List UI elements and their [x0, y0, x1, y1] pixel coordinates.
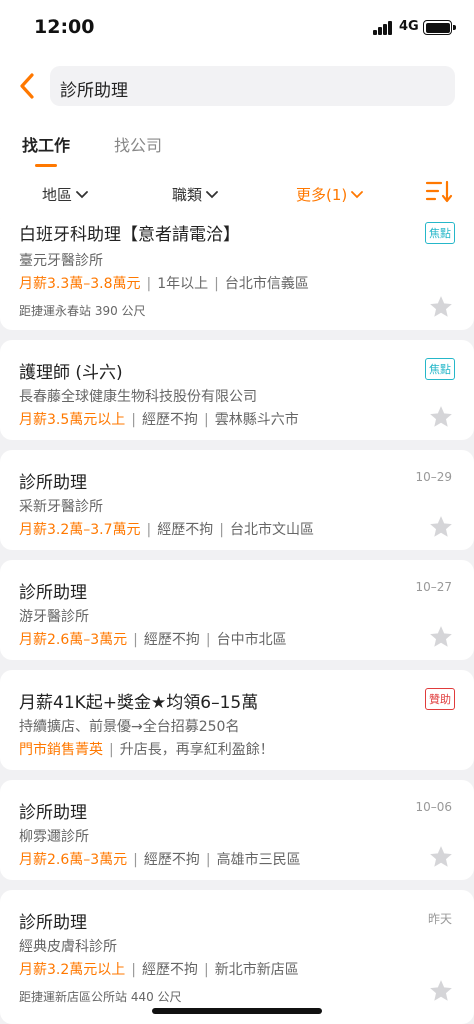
experience: 經歷不拘 — [157, 522, 214, 538]
header: 診所助理 找工作 找公司 地區 職類 更多(1) — [0, 56, 474, 218]
battery-icon — [423, 20, 456, 35]
tab-find-job[interactable]: 找工作 — [22, 132, 70, 156]
job-card[interactable]: 診所助理 10–06 柳雰邇診所 月薪2.6萬–3萬元 | 經歷不拘 | 高雄市三民區 — [0, 780, 474, 880]
job-meta: 門市銷售菁英 | 升店長，再享紅利盈餘！ — [19, 742, 274, 758]
location: 雲林縣斗六市 — [214, 412, 299, 428]
filter-area[interactable]: 地區 — [42, 184, 88, 205]
sort-icon — [425, 180, 453, 203]
chevron-left-icon — [20, 73, 34, 99]
job-meta: 月薪2.6萬–3萬元 | 經歷不拘 | 台中市北區 — [19, 632, 287, 648]
filter-area-label: 地區 — [42, 186, 73, 204]
sponsor-badge: 贊助 — [425, 688, 455, 710]
sponsored-job-card[interactable]: 月薪41K起+獎金★均領6–15萬 贊助 持續擴店、前景優→全台招募250名 門… — [0, 670, 474, 770]
company-name: 游牙醫診所 — [19, 609, 89, 625]
focus-badge: 焦點 — [425, 358, 455, 380]
job-description: 升店長，再享紅利盈餘！ — [119, 742, 274, 758]
location: 台中市北區 — [216, 632, 287, 648]
job-list: 白班牙科助理【意者請電洽】 焦點 臺元牙醫診所 月薪3.3萬–3.8萬元 | 1年以… — [0, 218, 474, 1024]
star-icon[interactable] — [428, 978, 454, 1004]
job-meta: 月薪3.5萬元以上 | 經歷不拘 | 雲林縣斗六市 — [19, 412, 299, 428]
chevron-down-icon — [76, 190, 88, 198]
company-name: 臺元牙醫診所 — [19, 253, 103, 269]
distance-note: 距捷運永春站 390 公尺 — [19, 304, 146, 318]
star-icon[interactable] — [428, 624, 454, 650]
company-name: 采新牙醫診所 — [19, 499, 103, 515]
job-meta: 月薪3.2萬–3.7萬元 | 經歷不拘 | 台北市文山區 — [19, 522, 314, 538]
company-name: 長春藤全球健康生物科技股份有限公司 — [19, 389, 257, 405]
experience: 經歷不拘 — [141, 412, 198, 428]
job-card[interactable]: 護理師 (斗六) 焦點 長春藤全球健康生物科技股份有限公司 月薪3.5萬元以上 |… — [0, 340, 474, 440]
chevron-down-icon — [351, 190, 364, 198]
tab-find-company[interactable]: 找公司 — [114, 132, 162, 156]
job-title: 白班牙科助理【意者請電洽】 — [19, 225, 240, 245]
star-icon[interactable] — [428, 294, 454, 320]
job-meta: 月薪3.3萬–3.8萬元 | 1年以上 | 台北市信義區 — [19, 276, 309, 292]
focus-badge: 焦點 — [425, 222, 455, 244]
job-title: 診所助理 — [19, 913, 87, 933]
sort-button[interactable] — [425, 180, 453, 204]
job-title: 診所助理 — [19, 583, 87, 603]
post-date: 10–29 — [415, 470, 452, 484]
location: 台北市信義區 — [224, 276, 309, 292]
post-date: 10–27 — [415, 580, 452, 594]
salary: 月薪2.6萬–3萬元 — [19, 632, 128, 648]
job-title: 診所助理 — [19, 473, 87, 493]
experience: 經歷不拘 — [143, 632, 200, 648]
job-meta: 月薪2.6萬–3萬元 | 經歷不拘 | 高雄市三民區 — [19, 852, 301, 868]
filter-job-category-label: 職類 — [172, 186, 203, 204]
tab-underline — [35, 164, 57, 167]
filter-job-category[interactable]: 職類 — [172, 184, 218, 205]
job-card[interactable]: 診所助理 昨天 經典皮膚科診所 月薪3.2萬元以上 | 經歷不拘 | 新北市新店區 距捷… — [0, 890, 474, 1024]
job-card[interactable]: 白班牙科助理【意者請電洽】 焦點 臺元牙醫診所 月薪3.3萬–3.8萬元 | 1年以… — [0, 218, 474, 330]
experience: 經歷不拘 — [143, 852, 200, 868]
location: 新北市新店區 — [214, 962, 299, 978]
distance-note: 距捷運新店區公所站 440 公尺 — [19, 990, 182, 1004]
experience: 經歷不拘 — [141, 962, 198, 978]
job-highlight: 門市銷售菁英 — [19, 742, 103, 758]
post-date: 昨天 — [427, 912, 452, 926]
job-subtitle: 持續擴店、前景優→全台招募250名 — [19, 719, 240, 735]
job-title: 月薪41K起+獎金★均領6–15萬 — [19, 693, 259, 713]
salary: 月薪3.2萬元以上 — [19, 962, 126, 978]
star-icon[interactable] — [428, 404, 454, 430]
job-meta: 月薪3.2萬元以上 | 經歷不拘 | 新北市新店區 — [19, 962, 299, 978]
salary: 月薪3.3萬–3.8萬元 — [19, 276, 141, 292]
job-title: 診所助理 — [19, 803, 87, 823]
company-name: 經典皮膚科診所 — [19, 939, 117, 955]
back-button[interactable] — [14, 70, 40, 102]
filter-more-label: 更多(1) — [296, 186, 348, 204]
experience: 1年以上 — [157, 276, 209, 292]
salary: 月薪3.2萬–3.7萬元 — [19, 522, 141, 538]
salary: 月薪3.5萬元以上 — [19, 412, 126, 428]
network-label: 4G — [399, 19, 419, 34]
location: 高雄市三民區 — [216, 852, 301, 868]
filter-more[interactable]: 更多(1) — [296, 184, 364, 205]
star-icon[interactable] — [428, 844, 454, 870]
star-icon[interactable] — [428, 514, 454, 540]
job-card[interactable]: 診所助理 10–27 游牙醫診所 月薪2.6萬–3萬元 | 經歷不拘 | 台中市北區 — [0, 560, 474, 660]
job-title: 護理師 (斗六) — [19, 363, 123, 383]
search-input[interactable]: 診所助理 — [50, 66, 455, 106]
company-name: 柳雰邇診所 — [19, 829, 89, 845]
post-date: 10–06 — [415, 800, 452, 814]
salary: 月薪2.6萬–3萬元 — [19, 852, 128, 868]
status-time: 12:00 — [34, 16, 95, 38]
status-bar: 12:00 4G — [0, 0, 474, 56]
location: 台北市文山區 — [229, 522, 314, 538]
chevron-down-icon — [206, 190, 218, 198]
job-card[interactable]: 診所助理 10–29 采新牙醫診所 月薪3.2萬–3.7萬元 | 經歷不拘 | 台北市文… — [0, 450, 474, 550]
signal-icon — [373, 21, 395, 35]
home-indicator[interactable] — [152, 1008, 322, 1014]
